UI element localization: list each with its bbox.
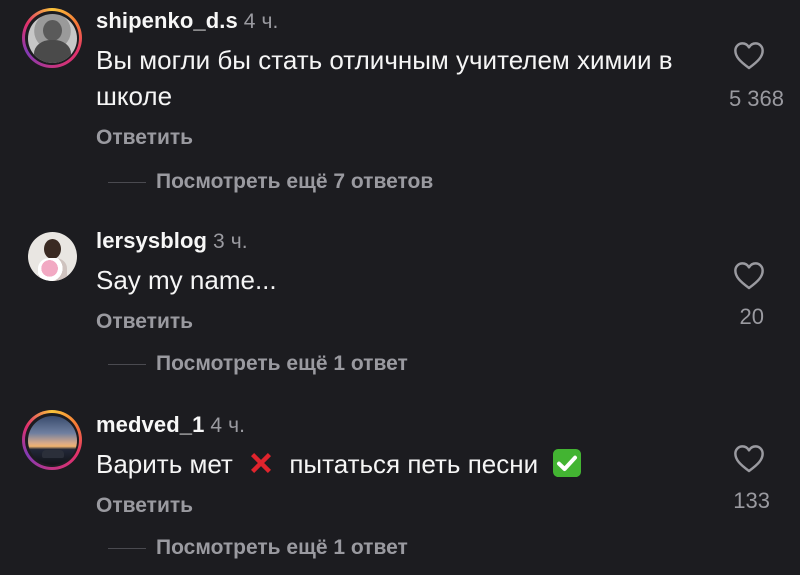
comment-text-part: пытаться петь песни [289, 449, 539, 479]
divider [108, 364, 146, 365]
view-more-replies-button[interactable]: Посмотреть ещё 1 ответ [156, 536, 408, 560]
like-count: 20 [739, 304, 764, 329]
reply-button[interactable]: Ответить [96, 494, 193, 518]
avatar-story-ring[interactable] [22, 8, 82, 68]
comment-author[interactable]: shipenko_d.s 4 ч. [96, 8, 279, 34]
view-more-replies-button[interactable]: Посмотреть ещё 7 ответов [156, 170, 433, 194]
divider [108, 182, 146, 183]
comment-time: 4 ч. [243, 10, 279, 33]
comment-time: 4 ч. [210, 414, 246, 437]
view-more-replies-button[interactable]: Посмотреть ещё 1 ответ [156, 352, 408, 376]
comment-time: 3 ч. [213, 230, 248, 253]
avatar [27, 415, 77, 465]
avatar [27, 231, 77, 281]
avatar-ring[interactable] [22, 226, 82, 286]
comment-text: Вы могли бы стать отличным учителем хими… [96, 45, 673, 111]
green-check-emoji [553, 449, 582, 477]
avatar [27, 13, 77, 63]
comment-item: shipenko_d.s 4 ч. Вы могли бы стать отлич… [0, 0, 800, 200]
heart-outline-icon[interactable] [732, 40, 766, 70]
comment-text: Варить мет пытаться петь песни [96, 446, 696, 482]
red-cross-emoji [251, 453, 272, 473]
heart-outline-icon[interactable] [732, 443, 766, 473]
comment-author[interactable]: lersysblog 3 ч. [96, 228, 248, 254]
comment-text-part: Варить мет [96, 449, 233, 479]
comment-author[interactable]: medved_1 4 ч. [96, 412, 245, 438]
avatar-story-ring[interactable] [22, 410, 82, 470]
divider [108, 548, 146, 549]
reply-button[interactable]: Ответить [96, 126, 193, 150]
reply-button[interactable]: Ответить [96, 310, 193, 334]
like-count: 5 368 [728, 86, 784, 111]
comment-text: Say my name... [96, 265, 277, 295]
heart-outline-icon[interactable] [732, 260, 766, 290]
like-count: 133 [733, 488, 770, 513]
